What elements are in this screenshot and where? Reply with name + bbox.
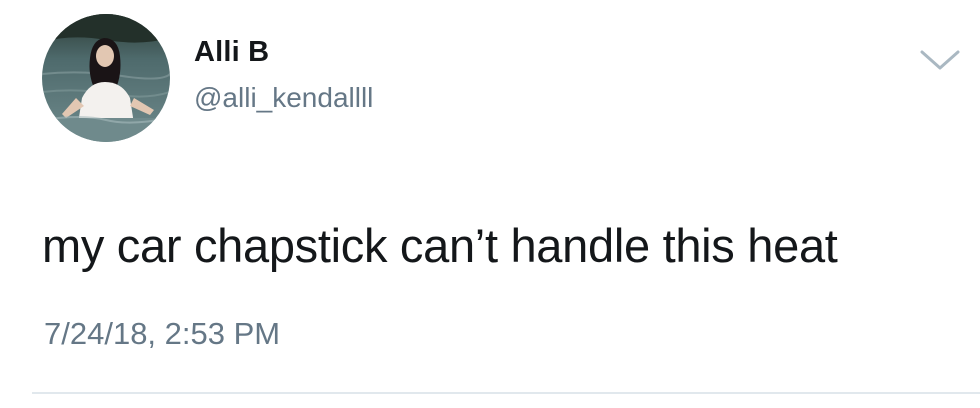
divider: [32, 392, 980, 394]
avatar-photo: [42, 14, 170, 142]
author-display-name[interactable]: Alli B: [194, 38, 269, 67]
tweet-menu-button[interactable]: [918, 46, 962, 74]
tweet-card: Alli B @alli_kendallll my car chapstick …: [0, 0, 980, 408]
tweet-timestamp[interactable]: 7/24/18, 2:53 PM: [44, 318, 280, 349]
chevron-down-icon: [920, 50, 960, 70]
author-handle[interactable]: @alli_kendallll: [194, 84, 373, 112]
tweet-text: my car chapstick can’t handle this heat: [42, 219, 838, 272]
avatar[interactable]: [42, 14, 170, 142]
